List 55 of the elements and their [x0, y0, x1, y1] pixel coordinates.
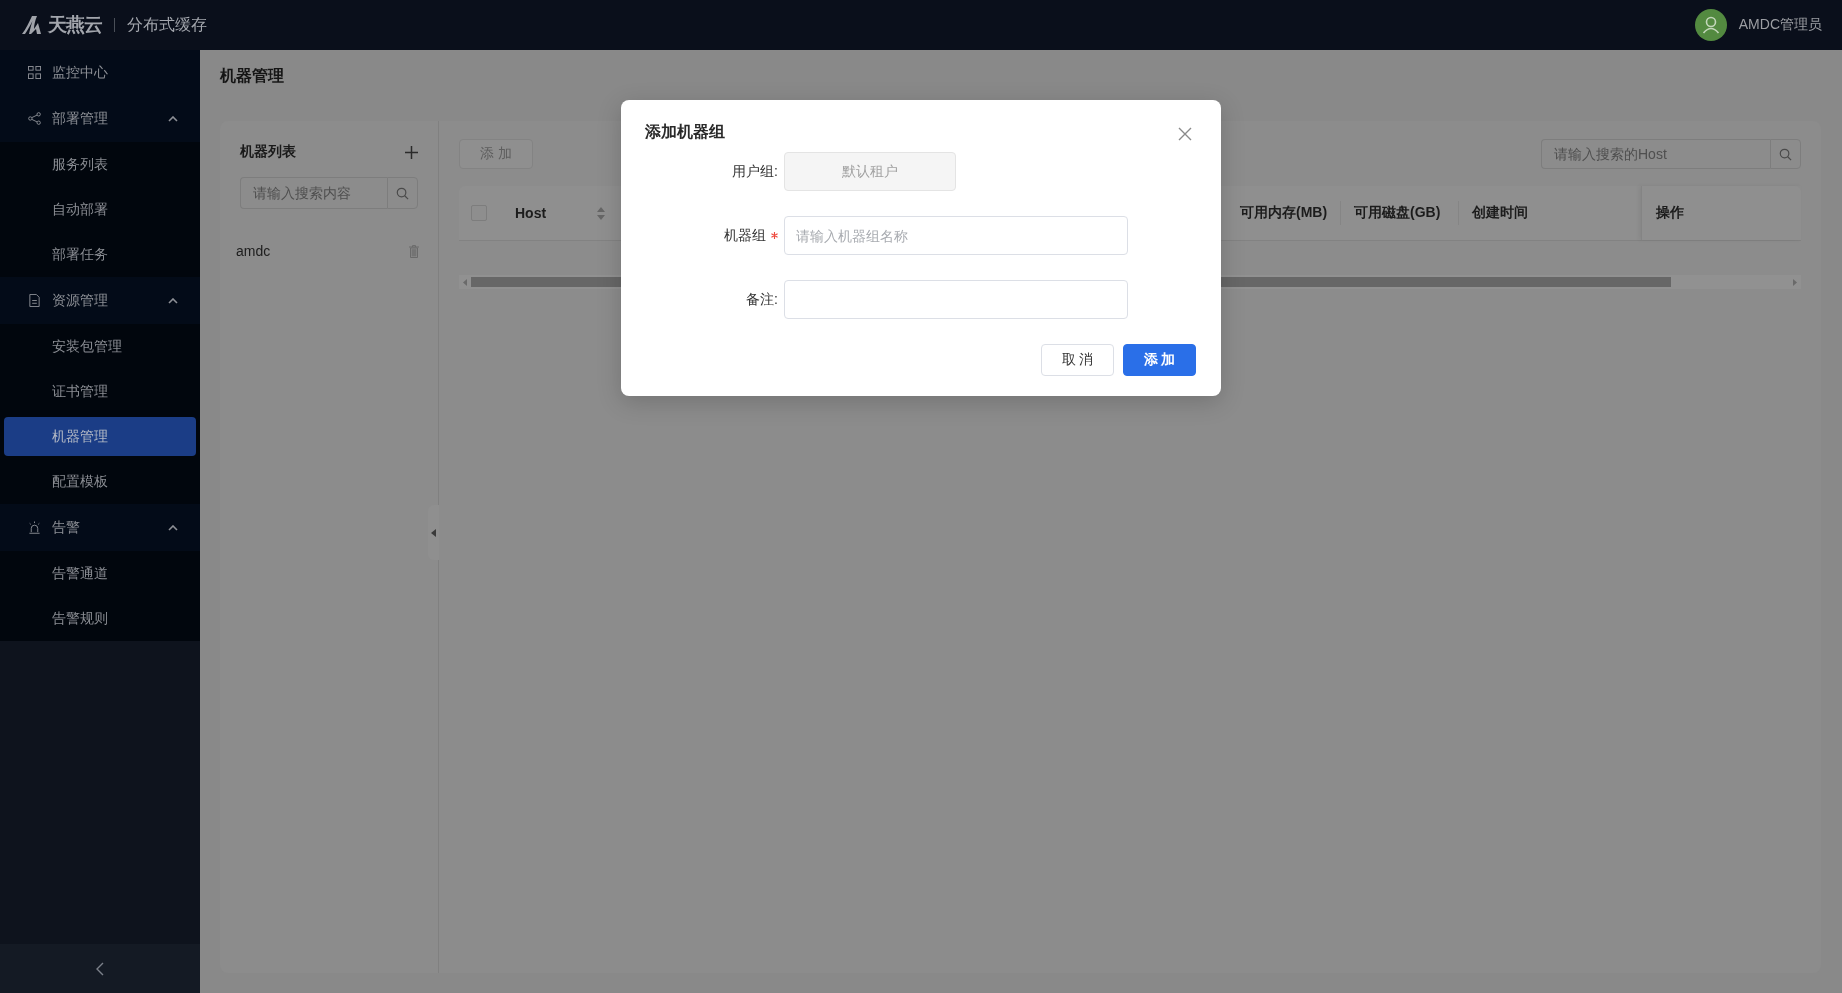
machine-group-item[interactable]: amdc — [236, 236, 422, 266]
user-avatar-icon[interactable] — [1694, 9, 1727, 41]
submenu-item[interactable]: 服务列表 — [4, 145, 196, 184]
input-field[interactable] — [784, 280, 1128, 319]
column-header: 可用内存(MB) — [1240, 204, 1328, 222]
add-group-button[interactable] — [405, 145, 418, 159]
logo-icon — [20, 13, 44, 37]
submenu-item[interactable]: 安装包管理 — [4, 327, 196, 366]
submenu-item[interactable]: 配置模板 — [4, 462, 196, 501]
scroll-right-arrow-icon[interactable] — [1793, 278, 1797, 286]
submenu-item[interactable]: 机器管理 — [4, 417, 196, 456]
search-icon — [396, 186, 409, 200]
user-name[interactable]: AMDC管理员 — [1738, 16, 1822, 34]
submenu-item[interactable]: 告警通道 — [4, 554, 196, 593]
chevron-up-icon — [168, 524, 178, 531]
chevron-up-icon — [168, 297, 178, 304]
cancel-button[interactable]: 取 消 — [1041, 344, 1114, 376]
search-icon — [1779, 147, 1792, 161]
input-field[interactable]: 请输入机器组名称 — [784, 216, 1128, 255]
chevron-left-icon — [96, 961, 104, 976]
search-button[interactable] — [1770, 139, 1801, 169]
scroll-left-arrow-icon[interactable] — [463, 278, 467, 286]
chevron-up-icon — [168, 115, 178, 122]
brand-name: 天燕云 — [48, 13, 102, 37]
document-icon — [28, 294, 41, 307]
delete-button[interactable] — [409, 244, 419, 258]
column-header: 创建时间 — [1472, 204, 1528, 222]
column-header: 操作 — [1656, 204, 1684, 222]
sort-icon[interactable] — [597, 206, 605, 220]
field-label: 机器组 — [724, 226, 766, 245]
close-button[interactable] — [1178, 127, 1192, 141]
panel-title: 机器列表 — [240, 143, 296, 161]
trash-icon — [409, 244, 419, 258]
grid-icon — [28, 66, 41, 79]
search-button[interactable] — [387, 177, 418, 209]
share-icon — [28, 112, 41, 125]
close-icon — [1178, 127, 1192, 141]
product-name: 分布式缓存 — [127, 14, 207, 35]
submenu-item[interactable]: 自动部署 — [4, 190, 196, 229]
plus-icon — [405, 145, 418, 159]
field-label: 用户组: — [732, 162, 778, 181]
column-header: Host — [515, 205, 547, 221]
submenu-item[interactable]: 部署任务 — [4, 235, 196, 274]
sidebar-collapse-button[interactable] — [0, 944, 200, 993]
dialog-title: 添加机器组 — [645, 122, 725, 142]
submenu-item[interactable]: 证书管理 — [4, 372, 196, 411]
caret-left-icon — [431, 528, 436, 537]
submenu-item[interactable]: 告警规则 — [4, 599, 196, 638]
field-label: 备注: — [746, 290, 778, 309]
column-header: 可用磁盘(GB) — [1354, 204, 1441, 222]
page-title: 机器管理 — [219, 66, 285, 86]
confirm-button[interactable]: 添 加 — [1123, 344, 1196, 376]
host-search-field[interactable]: 请输入搜索的Host — [1541, 139, 1770, 169]
search-field[interactable]: 请输入搜索内容 — [240, 177, 387, 209]
alarm-light-icon — [28, 521, 41, 534]
